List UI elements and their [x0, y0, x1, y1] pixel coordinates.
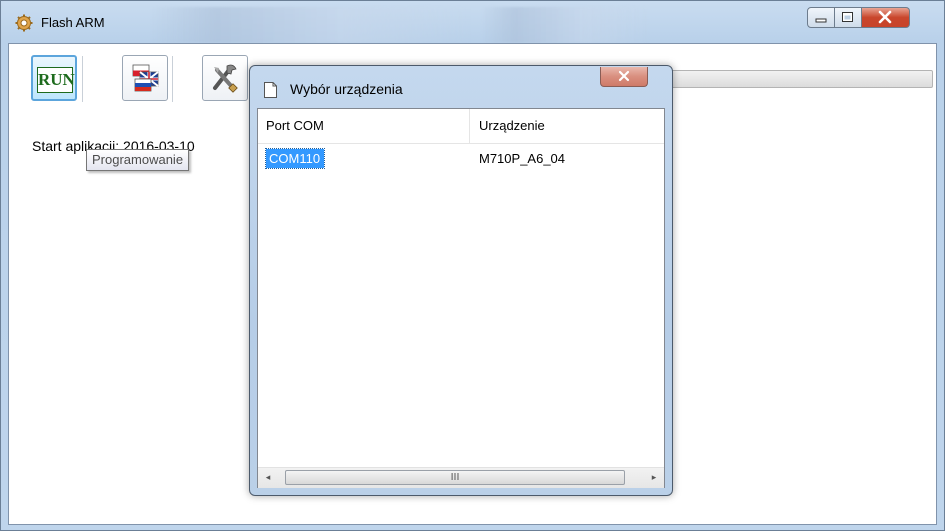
device-selection-dialog: Wybór urządzenia Port COM Urządzenie COM…: [249, 65, 673, 496]
gear-icon: [15, 14, 33, 32]
blurred-title-area-2: [481, 7, 651, 43]
horizontal-scrollbar[interactable]: ◂ III ▸: [258, 467, 664, 488]
title-bar[interactable]: Flash ARM: [1, 1, 944, 43]
list-item[interactable]: COM110 M710P_A6_04: [258, 147, 664, 171]
dialog-close-button[interactable]: [600, 67, 648, 87]
settings-button[interactable]: [202, 55, 248, 101]
window-title: Flash ARM: [41, 15, 105, 30]
minimize-button[interactable]: [807, 7, 835, 28]
main-window: Flash ARM RUN Start aplikacji: 2016-03-1…: [0, 0, 945, 531]
run-button[interactable]: RUN: [31, 55, 77, 101]
toolbar-separator: [172, 56, 173, 102]
port-cell: COM110: [264, 147, 326, 171]
tools-icon: [213, 64, 238, 93]
scroll-right-button[interactable]: ▸: [644, 468, 664, 488]
run-label: RUN: [37, 67, 75, 93]
column-header-port[interactable]: Port COM: [258, 109, 470, 143]
close-icon: [618, 70, 630, 82]
toolbar-separator: [82, 56, 83, 102]
maximize-icon: [842, 12, 853, 22]
language-flags-icon: [132, 64, 159, 92]
maximize-button[interactable]: [835, 7, 862, 28]
blurred-title-area: [151, 7, 471, 43]
port-value: COM110: [264, 148, 326, 169]
dialog-title: Wybór urządzenia: [290, 81, 403, 97]
close-button[interactable]: [862, 7, 910, 28]
list-header: Port COM Urządzenie: [258, 109, 664, 144]
progress-bar: [669, 70, 933, 88]
close-icon: [878, 10, 892, 24]
scroll-left-button[interactable]: ◂: [258, 468, 278, 488]
document-icon: [264, 82, 277, 98]
device-cell: M710P_A6_04: [479, 151, 566, 166]
device-list[interactable]: Port COM Urządzenie COM110 M710P_A6_04 ◂…: [257, 108, 665, 488]
minimize-icon: [815, 18, 827, 23]
scroll-thumb[interactable]: III: [285, 470, 625, 485]
column-header-device[interactable]: Urządzenie: [471, 109, 664, 143]
language-button[interactable]: [122, 55, 168, 101]
tooltip: Programowanie: [86, 149, 190, 171]
